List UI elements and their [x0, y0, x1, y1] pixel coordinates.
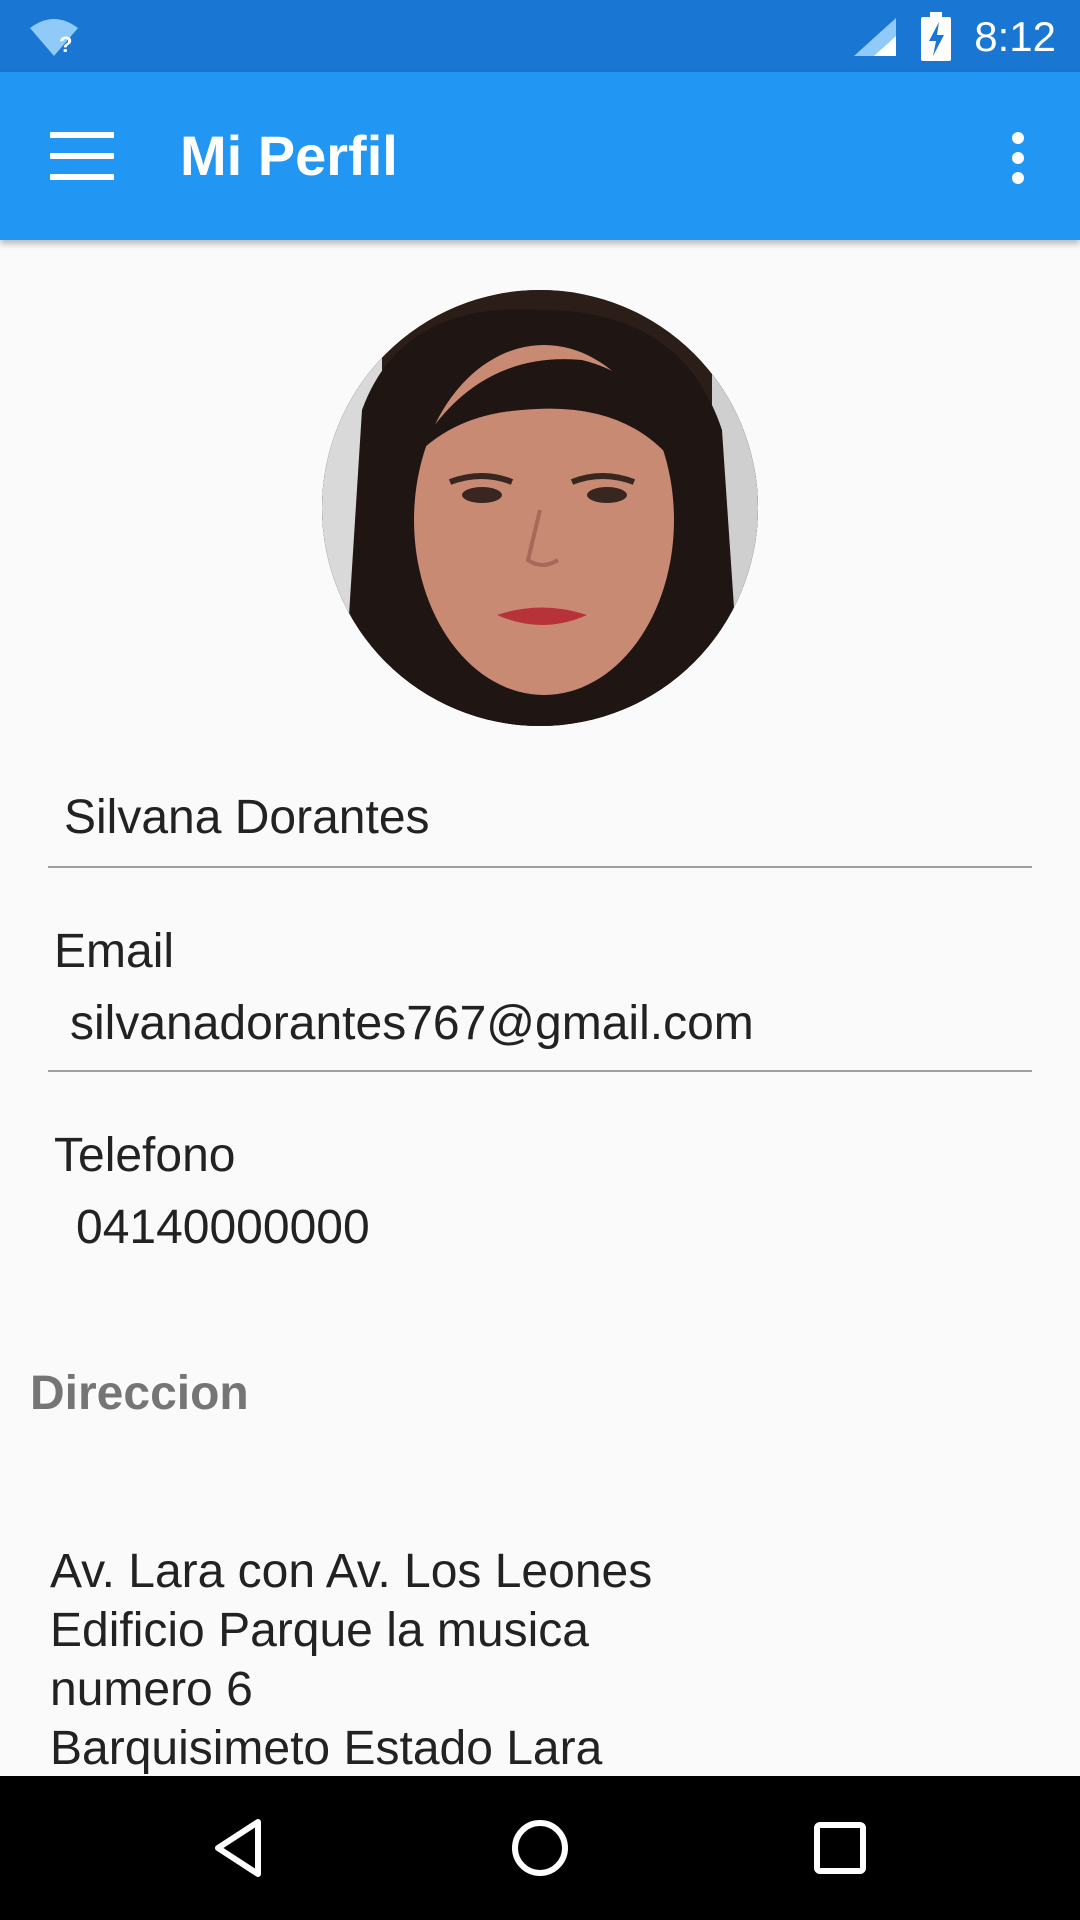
address-line: Barquisimeto Estado Lara: [50, 1722, 603, 1775]
address-line: Av. Lara con Av. Los Leones: [50, 1545, 653, 1598]
recents-icon[interactable]: [804, 1812, 876, 1884]
email-label: Email: [54, 925, 175, 978]
name-field[interactable]: Silvana Dorantes: [48, 790, 1032, 870]
profile-photo[interactable]: [322, 290, 758, 726]
navigation-bar: [0, 1776, 1080, 1920]
profile-photo-illustration: [322, 290, 758, 726]
address-title: Direccion: [30, 1367, 249, 1420]
email-field[interactable]: Email silvanadorantes767@gmail.com: [48, 924, 1032, 1074]
phone-label: Telefono: [54, 1129, 236, 1182]
overflow-menu-icon[interactable]: [1006, 128, 1030, 188]
status-bar: ? 8:12: [0, 0, 1080, 72]
email-underline: [48, 1070, 1032, 1072]
wifi-question-icon: ?: [30, 19, 78, 57]
address-text: Av. Lara con Av. Los Leones Edificio Par…: [50, 1542, 652, 1778]
page-title: Mi Perfil: [180, 124, 398, 187]
phone-field[interactable]: Telefono 04140000000: [48, 1128, 1032, 1258]
phone-value: 04140000000: [76, 1201, 370, 1254]
app-bar: Mi Perfil: [0, 72, 1080, 240]
email-value: silvanadorantes767@gmail.com: [70, 997, 754, 1050]
signal-icon: [854, 18, 896, 56]
name-underline: [48, 866, 1032, 868]
svg-text:?: ?: [59, 32, 72, 57]
home-icon[interactable]: [504, 1812, 576, 1884]
back-icon[interactable]: [204, 1812, 276, 1884]
address-line: Edificio Parque la musica: [50, 1604, 589, 1657]
address-line: numero 6: [50, 1663, 253, 1716]
status-time: 8:12: [974, 13, 1056, 60]
menu-icon[interactable]: [50, 132, 114, 180]
name-value: Silvana Dorantes: [64, 791, 430, 844]
battery-charging-icon: [921, 12, 951, 61]
